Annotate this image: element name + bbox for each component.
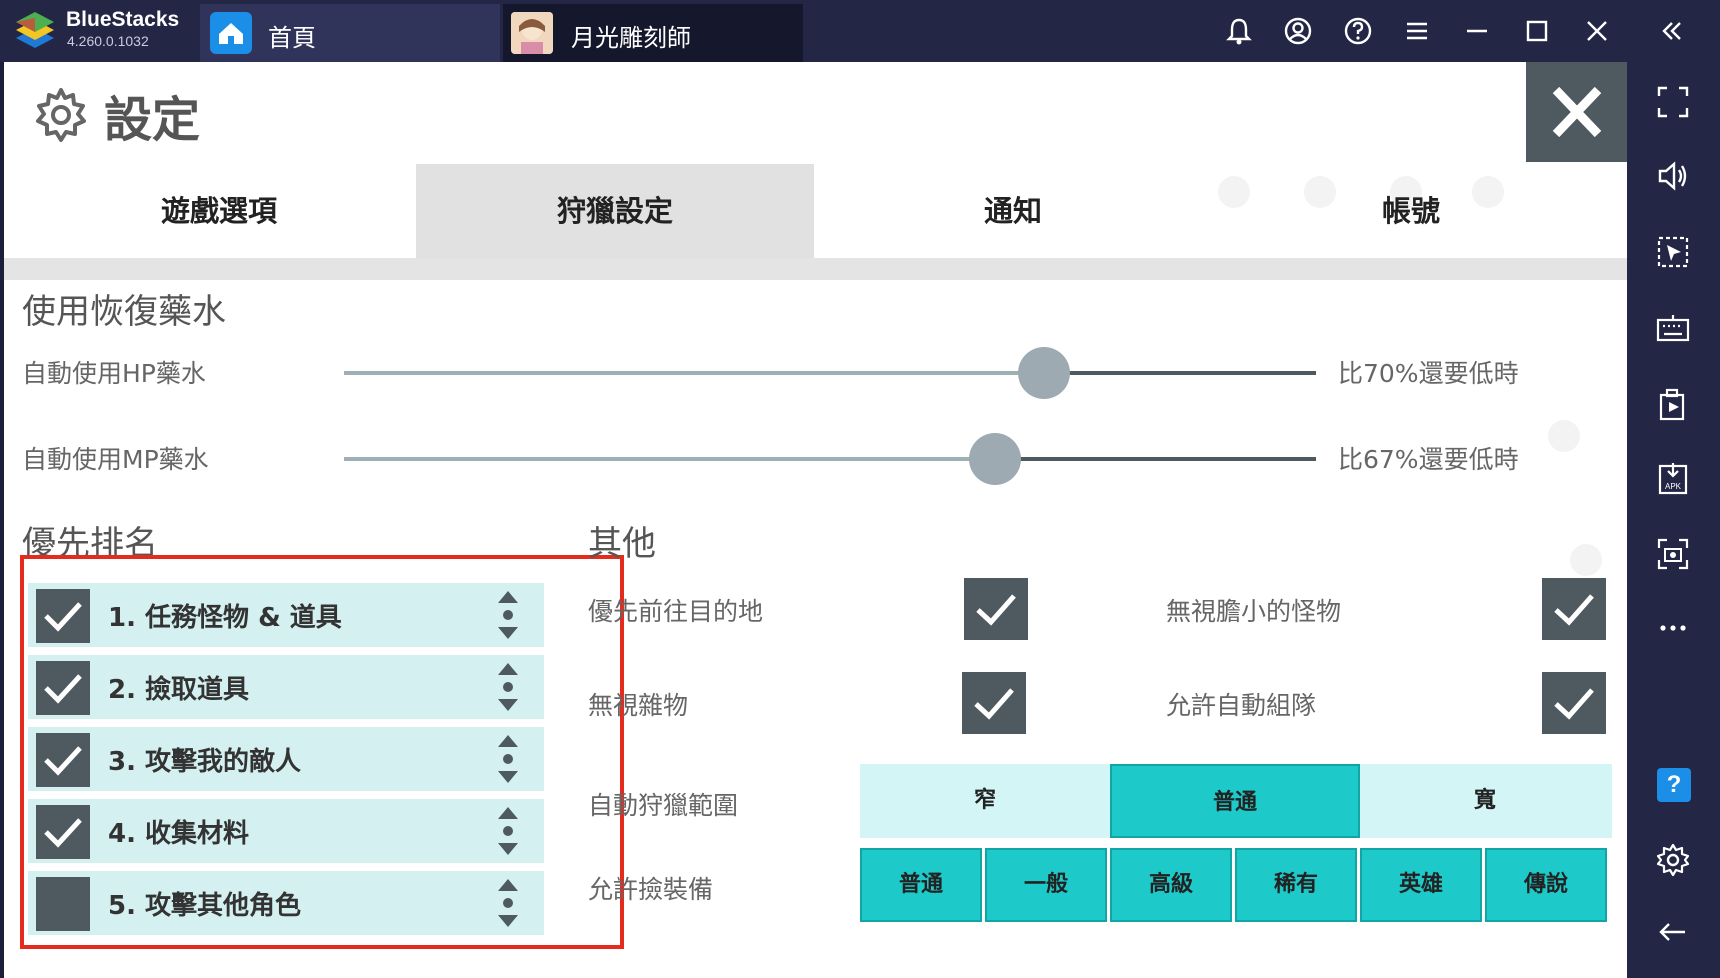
checkmark-icon [974,688,1014,720]
tab-home-label: 首頁 [268,24,316,52]
highlight-box [20,555,624,949]
mp-slider-thumb[interactable] [969,433,1021,485]
option-label: 無視膽小的怪物 [1166,597,1342,626]
collapse-sidebar-icon[interactable] [1655,14,1689,48]
fullscreen-icon[interactable] [1655,84,1691,120]
settings-title: 設定 [104,92,201,148]
settings-icon[interactable] [1655,842,1691,878]
more-icon[interactable] [1655,610,1691,646]
bluestacks-logo-icon [16,12,54,48]
ghost-mark [1570,544,1602,576]
range-option-normal[interactable]: 普通 [1110,764,1360,838]
mp-potion-slider[interactable] [344,433,1316,485]
right-sidebar: APK ? [1627,62,1720,978]
settings-panel: 設定 遊戲選項 狩獵設定 通知 帳號 使用恢復藥水 自動使用HP藥水 比70%還… [4,62,1627,978]
tab-home[interactable]: 首頁 [200,4,500,62]
help-icon[interactable] [1341,14,1375,48]
equip-label: 允許撿裝備 [588,875,714,904]
settings-gear-icon [36,88,86,142]
option-checkbox[interactable] [1542,672,1606,734]
mp-potion-value: 比67%還要低時 [1338,445,1519,474]
title-bar: BlueStacks 4.260.0.1032 首頁 月光雕刻師 [0,0,1720,62]
potion-section-title: 使用恢復藥水 [22,292,226,332]
tab-notifications[interactable]: 通知 [814,164,1212,258]
apk-text: APK [1665,482,1682,491]
range-option-wide[interactable]: 寬 [1360,764,1610,838]
option-checkbox[interactable] [962,672,1026,734]
tab-hunting-settings[interactable]: 狩獵設定 [416,164,814,258]
install-apk-icon[interactable]: APK [1655,460,1691,496]
keyboard-icon[interactable] [1655,310,1691,346]
checkmark-icon [1554,688,1594,720]
close-x-icon [1552,86,1602,138]
range-label: 自動狩獵範圍 [588,791,739,820]
settings-close-button[interactable] [1526,62,1627,162]
account-icon[interactable] [1281,14,1315,48]
tab-divider [4,258,1627,280]
app-version: 4.260.0.1032 [67,33,149,49]
grade-button-rare[interactable]: 稀有 [1235,848,1357,922]
minimize-icon[interactable] [1460,14,1494,48]
settings-tabs: 遊戲選項 狩獵設定 通知 帳號 [4,164,1627,258]
game-avatar-icon [511,12,553,54]
ghost-mark [1548,420,1580,452]
bell-icon[interactable] [1222,14,1256,48]
pointer-select-icon[interactable] [1655,234,1691,270]
back-icon[interactable] [1655,914,1691,950]
menu-icon[interactable] [1400,14,1434,48]
help-badge-icon[interactable]: ? [1657,768,1691,802]
grade-button-advanced[interactable]: 高級 [1110,848,1232,922]
volume-icon[interactable] [1655,158,1691,194]
range-selector: 窄 普通 寬 [860,764,1612,838]
grade-button-hero[interactable]: 英雄 [1360,848,1482,922]
screenshot-icon[interactable] [1655,536,1691,572]
tab-game-options[interactable]: 遊戲選項 [20,164,418,258]
hp-potion-label: 自動使用HP藥水 [22,359,206,388]
grade-button-legend[interactable]: 傳說 [1485,848,1607,922]
hp-slider-thumb[interactable] [1018,347,1070,399]
tab-game-label: 月光雕刻師 [571,24,691,52]
option-label: 無視雜物 [588,691,689,720]
tab-account[interactable]: 帳號 [1212,164,1610,258]
checkmark-icon [976,594,1016,626]
option-checkbox[interactable] [1542,578,1606,640]
multi-instance-icon[interactable] [1655,386,1691,422]
checkmark-icon [1554,594,1594,626]
mp-potion-label: 自動使用MP藥水 [22,445,209,474]
grade-button-common[interactable]: 一般 [985,848,1107,922]
app-brand: BlueStacks [66,8,180,31]
hp-slider-rest [1044,371,1316,375]
maximize-icon[interactable] [1520,14,1554,48]
option-label: 允許自動組隊 [1166,691,1317,720]
other-section-title: 其他 [588,524,656,564]
home-icon [210,12,252,54]
close-icon[interactable] [1580,14,1614,48]
range-option-narrow[interactable]: 窄 [860,764,1110,838]
hp-potion-slider[interactable] [344,347,1316,399]
mp-slider-rest [995,457,1316,461]
grade-button-normal[interactable]: 普通 [860,848,982,922]
option-checkbox[interactable] [964,578,1028,640]
hp-potion-value: 比70%還要低時 [1338,359,1519,388]
tab-game[interactable]: 月光雕刻師 [503,4,803,62]
option-label: 優先前往目的地 [588,597,764,626]
